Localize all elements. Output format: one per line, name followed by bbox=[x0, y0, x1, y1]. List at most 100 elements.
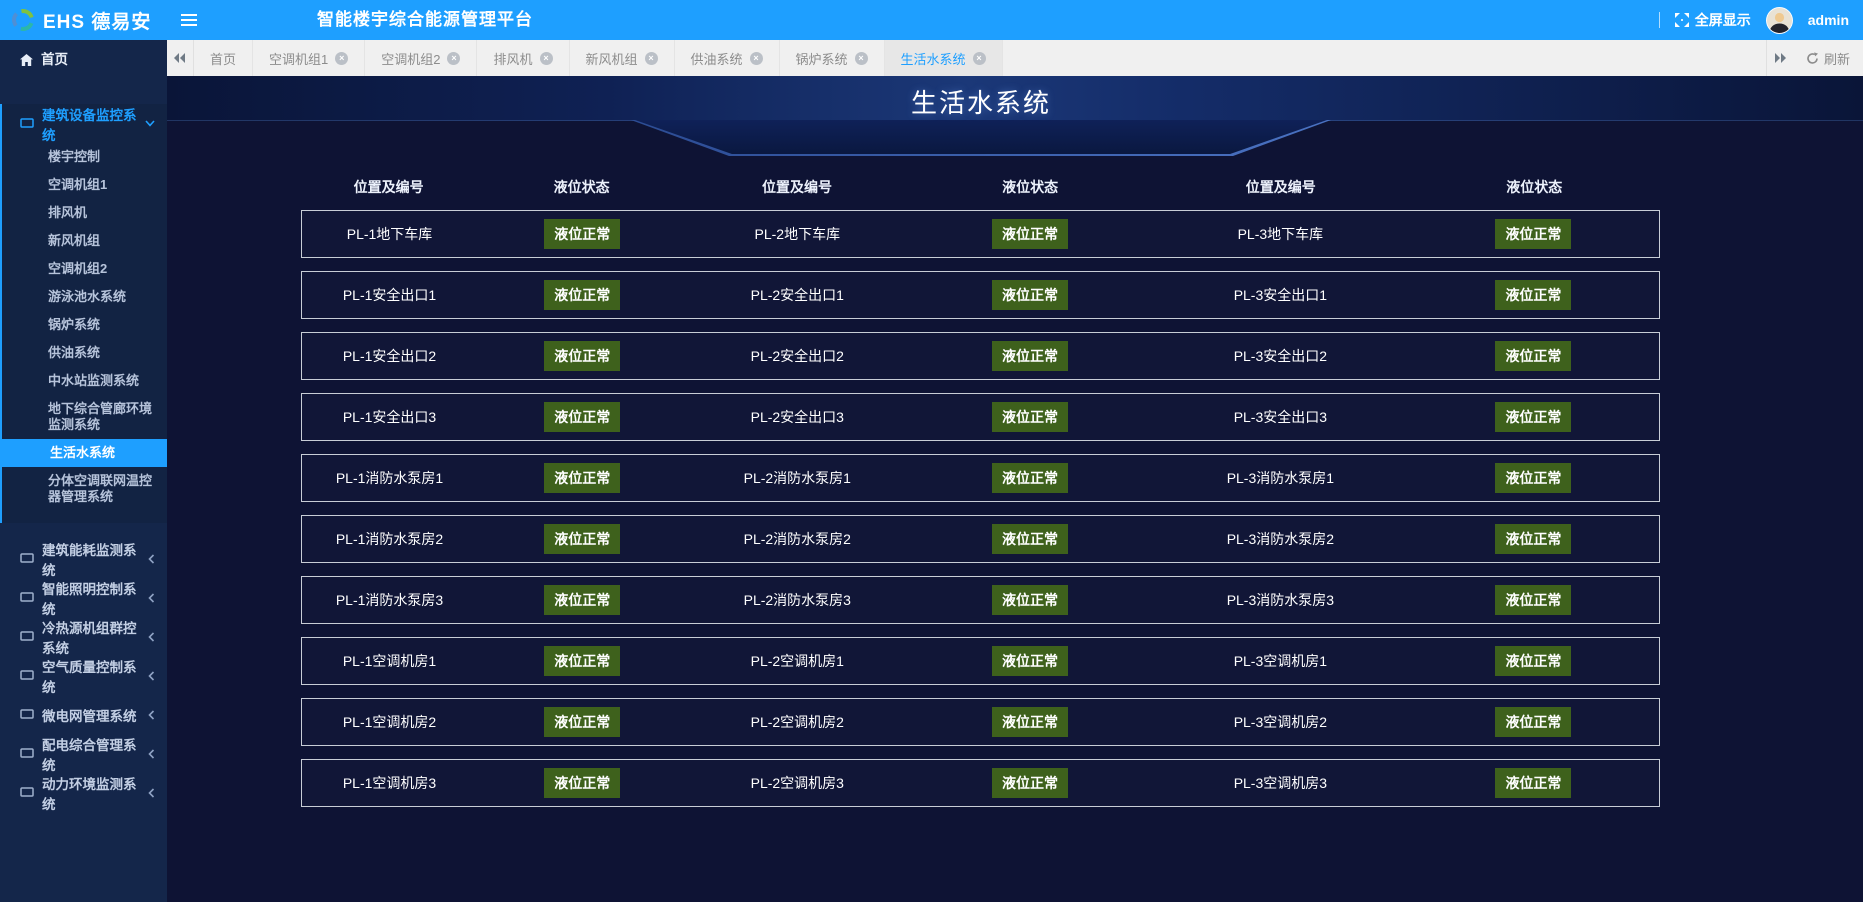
location-cell: PL-3空调机房3 bbox=[1153, 773, 1408, 793]
sidebar-item-child[interactable]: 锅炉系统 bbox=[2, 311, 167, 339]
close-icon[interactable]: × bbox=[335, 52, 348, 65]
status-cell: 液位正常 bbox=[1408, 646, 1659, 676]
double-chevron-left-icon[interactable] bbox=[167, 40, 194, 76]
double-chevron-right-icon[interactable] bbox=[1766, 40, 1793, 76]
avatar[interactable] bbox=[1766, 7, 1793, 34]
sidebar-group-label: 空气质量控制系统 bbox=[42, 656, 140, 696]
tab-4[interactable]: 排风机 × bbox=[477, 40, 569, 76]
status-badge: 液位正常 bbox=[544, 219, 620, 249]
status-badge: 液位正常 bbox=[544, 768, 620, 798]
location-cell: PL-1空调机房1 bbox=[302, 651, 477, 671]
sidebar-item-child[interactable]: 供油系统 bbox=[2, 339, 167, 367]
sidebar-group-device-monitoring: 建筑设备监控系统 楼宇控制空调机组1排风机新风机组空调机组2游泳池水系统锅炉系统… bbox=[0, 104, 167, 523]
status-cell: 液位正常 bbox=[907, 280, 1153, 310]
table-header-row: 位置及编号 液位状态 位置及编号 液位状态 位置及编号 液位状态 bbox=[301, 172, 1660, 202]
refresh-button[interactable]: 刷新 bbox=[1793, 40, 1863, 76]
status-cell: 液位正常 bbox=[1408, 463, 1659, 493]
status-cell: 液位正常 bbox=[907, 219, 1153, 249]
username[interactable]: admin bbox=[1808, 12, 1849, 28]
sidebar-group-toggle[interactable]: 空气质量控制系统 bbox=[0, 656, 167, 695]
hamburger-icon[interactable] bbox=[167, 0, 211, 40]
status-cell: 液位正常 bbox=[1408, 402, 1659, 432]
tab-8[interactable]: 生活水系统× bbox=[885, 40, 1003, 76]
sidebar-group-label: 动力环境监测系统 bbox=[42, 773, 140, 813]
location-cell: PL-1空调机房2 bbox=[302, 712, 477, 732]
monitor-icon bbox=[20, 592, 34, 603]
status-badge: 液位正常 bbox=[1495, 463, 1571, 493]
sidebar: 首页 建筑设备监控系统 楼宇控制空调机组 bbox=[0, 40, 167, 902]
tab-label: 锅炉系统 bbox=[796, 49, 848, 68]
sidebar-item-child[interactable]: 空调机组2 bbox=[2, 255, 167, 283]
status-badge: 液位正常 bbox=[992, 341, 1068, 371]
location-cell: PL-3安全出口2 bbox=[1153, 346, 1408, 366]
status-badge: 液位正常 bbox=[1495, 280, 1571, 310]
table-row: PL-1消防水泵房3液位正常PL-2消防水泵房3液位正常PL-3消防水泵房3液位… bbox=[301, 576, 1660, 624]
sidebar-group-toggle[interactable]: 建筑设备监控系统 bbox=[2, 104, 167, 143]
location-cell: PL-2安全出口2 bbox=[687, 346, 907, 366]
monitor-icon bbox=[20, 787, 34, 798]
sidebar-item-child[interactable]: 空调机组1 bbox=[2, 171, 167, 199]
sidebar-group-toggle[interactable]: 配电综合管理系统 bbox=[0, 734, 167, 773]
status-badge: 液位正常 bbox=[992, 707, 1068, 737]
table-row: PL-1安全出口1液位正常PL-2安全出口1液位正常PL-3安全出口1液位正常 bbox=[301, 271, 1660, 319]
fullscreen-button[interactable]: 全屏显示 bbox=[1675, 10, 1751, 30]
sidebar-group-collapsed: 微电网管理系统 bbox=[0, 695, 167, 734]
status-cell: 液位正常 bbox=[907, 707, 1153, 737]
tab-2[interactable]: 空调机组1× bbox=[253, 40, 365, 76]
monitor-icon bbox=[20, 670, 34, 681]
sidebar-item-child[interactable]: 新风机组 bbox=[2, 227, 167, 255]
sidebar-group-label: 建筑能耗监测系统 bbox=[42, 539, 140, 579]
tab-3[interactable]: 空调机组2× bbox=[365, 40, 477, 76]
tabbar: 首页空调机组1×空调机组2×排风机×新风机组×供油系统×锅炉系统×生活水系统× … bbox=[167, 40, 1863, 76]
tab-list: 首页空调机组1×空调机组2×排风机×新风机组×供油系统×锅炉系统×生活水系统× bbox=[194, 40, 1003, 76]
close-icon[interactable]: × bbox=[750, 52, 763, 65]
sidebar-collapsed-groups: 建筑能耗监测系统智能照明控制系统冷热源机组群控系统空气质量控制系统微电网管理系统… bbox=[0, 539, 167, 812]
chevron-left-icon bbox=[148, 788, 155, 798]
col-header-status-3: 液位状态 bbox=[1409, 177, 1660, 197]
tab-5[interactable]: 新风机组× bbox=[570, 40, 675, 76]
sidebar-group-toggle[interactable]: 动力环境监测系统 bbox=[0, 773, 167, 812]
sidebar-item-child[interactable]: 排风机 bbox=[2, 199, 167, 227]
refresh-label: 刷新 bbox=[1824, 49, 1850, 68]
status-badge: 液位正常 bbox=[992, 646, 1068, 676]
sidebar-group-collapsed: 配电综合管理系统 bbox=[0, 734, 167, 773]
status-cell: 液位正常 bbox=[477, 463, 687, 493]
sidebar-group-collapsed: 冷热源机组群控系统 bbox=[0, 617, 167, 656]
chevron-left-icon bbox=[148, 671, 155, 681]
tab-1[interactable]: 首页 bbox=[194, 40, 253, 76]
sidebar-group-toggle[interactable]: 智能照明控制系统 bbox=[0, 578, 167, 617]
sidebar-submenu: 楼宇控制空调机组1排风机新风机组空调机组2游泳池水系统锅炉系统供油系统中水站监测… bbox=[2, 143, 167, 523]
sidebar-group-toggle[interactable]: 微电网管理系统 bbox=[0, 695, 167, 734]
close-icon[interactable]: × bbox=[973, 52, 986, 65]
status-badge: 液位正常 bbox=[1495, 768, 1571, 798]
sidebar-item-child[interactable]: 分体空调联网温控器管理系统 bbox=[2, 467, 167, 511]
table-row: PL-1空调机房2液位正常PL-2空调机房2液位正常PL-3空调机房2液位正常 bbox=[301, 698, 1660, 746]
sidebar-group-toggle[interactable]: 建筑能耗监测系统 bbox=[0, 539, 167, 578]
close-icon[interactable]: × bbox=[645, 52, 658, 65]
sidebar-group-collapsed: 动力环境监测系统 bbox=[0, 773, 167, 812]
status-badge: 液位正常 bbox=[992, 768, 1068, 798]
sidebar-group-toggle[interactable]: 冷热源机组群控系统 bbox=[0, 617, 167, 656]
close-icon[interactable]: × bbox=[447, 52, 460, 65]
sidebar-item-child[interactable]: 地下综合管廊环境监测系统 bbox=[2, 395, 167, 439]
status-cell: 液位正常 bbox=[907, 585, 1153, 615]
tab-6[interactable]: 供油系统× bbox=[675, 40, 780, 76]
tab-label: 排风机 bbox=[493, 49, 532, 68]
table-row: PL-1安全出口3液位正常PL-2安全出口3液位正常PL-3安全出口3液位正常 bbox=[301, 393, 1660, 441]
status-cell: 液位正常 bbox=[907, 341, 1153, 371]
close-icon[interactable]: × bbox=[540, 52, 553, 65]
sidebar-group-label: 微电网管理系统 bbox=[42, 705, 137, 725]
status-badge: 液位正常 bbox=[544, 524, 620, 554]
location-cell: PL-3消防水泵房3 bbox=[1153, 590, 1408, 610]
sidebar-item-home[interactable]: 首页 bbox=[0, 42, 167, 78]
tab-7[interactable]: 锅炉系统 × bbox=[780, 40, 885, 76]
chevron-left-icon bbox=[148, 554, 155, 564]
status-cell: 液位正常 bbox=[1408, 707, 1659, 737]
status-badge: 液位正常 bbox=[544, 280, 620, 310]
close-icon[interactable]: × bbox=[855, 52, 868, 65]
sidebar-item-child[interactable]: 游泳池水系统 bbox=[2, 283, 167, 311]
sidebar-item-child[interactable]: 楼宇控制 bbox=[2, 143, 167, 171]
sidebar-item-child[interactable]: 中水站监测系统 bbox=[2, 367, 167, 395]
sidebar-item-active[interactable]: 生活水系统 bbox=[2, 439, 167, 467]
status-cell: 液位正常 bbox=[477, 280, 687, 310]
